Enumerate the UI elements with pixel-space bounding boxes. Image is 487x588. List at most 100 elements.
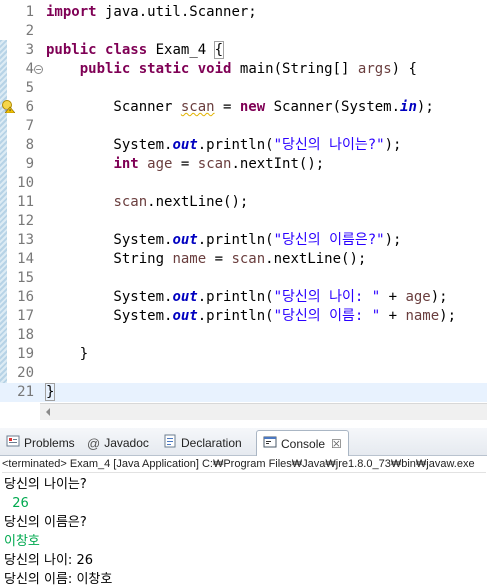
code-line[interactable]: 9 int age = scan.nextInt(); — [0, 155, 487, 174]
code-text[interactable]: System.out.println("당신의 나이: " + age); — [46, 288, 447, 307]
code-token: .nextLine(); — [147, 194, 249, 210]
code-line[interactable]: 18 — [0, 326, 487, 345]
code-token: "당신의 나이는?" — [273, 137, 385, 153]
tab-label: Javadoc — [104, 436, 149, 450]
console-output-line: 당신의 나이는? — [4, 477, 87, 492]
code-token: .println( — [197, 289, 274, 305]
tab-label: Console — [281, 437, 326, 451]
close-tab-icon[interactable]: ☒ — [331, 437, 342, 451]
code-token: class — [105, 42, 148, 58]
console-process-description: <terminated> Exam_4 [Java Application] C… — [2, 456, 486, 473]
code-text[interactable]: Scanner scan = new Scanner(System.in); — [46, 98, 433, 117]
code-token: System. — [46, 137, 173, 153]
code-text[interactable]: } — [46, 345, 88, 364]
javadoc-icon: @ — [87, 435, 101, 451]
code-line[interactable]: 4− public static void main(String[] args… — [0, 60, 487, 79]
code-token: ); — [384, 137, 402, 153]
line-number: 15 — [17, 270, 34, 286]
code-line[interactable]: 14 String name = scan.nextLine(); — [0, 250, 487, 269]
tab-console[interactable]: Console ☒ — [256, 430, 349, 456]
code-text[interactable]: scan.nextLine(); — [46, 193, 248, 212]
console-input-line: 이창호 — [4, 534, 40, 549]
code-token: "당신의 나이: " — [273, 289, 381, 305]
code-token: "당신의 이름은?" — [273, 232, 385, 248]
code-line[interactable]: 17 System.out.println("당신의 이름: " + name)… — [0, 307, 487, 326]
code-token: age — [405, 289, 431, 305]
tab-declaration[interactable]: Declaration — [163, 430, 242, 456]
code-token: main(String[] — [231, 61, 358, 77]
code-token: out — [172, 232, 198, 248]
code-line[interactable]: 6 Scanner scan = new Scanner(System.in); — [0, 98, 487, 117]
problems-icon — [6, 431, 20, 457]
code-text[interactable]: System.out.println("당신의 이름은?"); — [46, 231, 401, 250]
code-line[interactable]: 13 System.out.println("당신의 이름은?"); — [0, 231, 487, 250]
console-output-line: 당신의 이름: 이창호 — [4, 572, 113, 587]
line-number: 19 — [17, 346, 34, 362]
line-number: 13 — [17, 232, 34, 248]
code-line[interactable]: 20 — [0, 364, 487, 383]
code-editor[interactable]: 1 import java.util.Scanner; 2 3 public class… — [0, 0, 487, 404]
code-line[interactable]: 12 — [0, 212, 487, 231]
code-token: scan — [113, 194, 148, 210]
code-line[interactable]: 3 public class Exam_4 { — [0, 41, 487, 60]
code-token: .println( — [197, 232, 274, 248]
code-line[interactable]: 19 } — [0, 345, 487, 364]
tab-javadoc[interactable]: @ Javadoc — [87, 430, 149, 456]
horizontal-scrollbar[interactable] — [40, 403, 487, 420]
code-line[interactable]: 2 — [0, 22, 487, 41]
code-token: Scanner — [46, 99, 181, 115]
code-token: System. — [46, 289, 173, 305]
code-token: ) { — [391, 61, 417, 77]
code-token: .println( — [197, 137, 274, 153]
code-token: .println( — [197, 308, 274, 324]
code-line[interactable]: 8 System.out.println("당신의 나이는?"); — [0, 136, 487, 155]
code-line[interactable]: 1 import java.util.Scanner; — [0, 3, 487, 22]
code-line[interactable]: 5 — [0, 79, 487, 98]
code-token: = — [172, 156, 198, 172]
fold-collapse-icon[interactable]: − — [34, 65, 43, 74]
code-text[interactable]: public class Exam_4 { — [46, 41, 225, 60]
code-line[interactable]: 16 System.out.println("당신의 나이: " + age); — [0, 288, 487, 307]
code-token: int — [113, 156, 139, 172]
code-line[interactable]: 21} — [0, 383, 487, 402]
code-text[interactable]: System.out.println("당신의 나이는?"); — [46, 136, 401, 155]
line-number: 14 — [17, 251, 34, 267]
line-number: 17 — [17, 308, 34, 324]
tab-problems[interactable]: Problems — [6, 430, 75, 456]
line-number: 10 — [17, 175, 34, 191]
line-number: 1 — [25, 4, 34, 20]
scroll-left-arrow-icon[interactable] — [46, 408, 50, 416]
code-text[interactable]: import java.util.Scanner; — [46, 3, 257, 22]
code-text[interactable]: int age = scan.nextInt(); — [46, 155, 324, 174]
code-token: name — [172, 251, 207, 267]
line-number: 16 — [17, 289, 34, 305]
declaration-icon — [163, 431, 177, 457]
code-line[interactable]: 10 — [0, 174, 487, 193]
code-token: System. — [46, 232, 173, 248]
code-token: "당신의 이름: " — [273, 308, 381, 324]
code-line[interactable]: 15 — [0, 269, 487, 288]
code-text[interactable]: } — [44, 383, 56, 402]
console-view[interactable]: <terminated> Exam_4 [Java Application] C… — [0, 456, 487, 588]
console-input-line: 26 — [4, 496, 29, 511]
line-number: 21 — [17, 384, 34, 400]
code-text[interactable]: System.out.println("당신의 이름: " + name); — [46, 307, 456, 326]
code-text[interactable]: String name = scan.nextLine(); — [46, 250, 366, 269]
line-number: 5 — [25, 80, 34, 96]
code-token: .nextLine(); — [265, 251, 367, 267]
code-token: } — [46, 346, 89, 362]
code-line[interactable]: 7 — [0, 117, 487, 136]
code-token: Scanner(System. — [265, 99, 401, 115]
line-number: 4 — [25, 61, 34, 77]
code-token: scan — [180, 99, 215, 115]
code-line[interactable]: 11 scan.nextLine(); — [0, 193, 487, 212]
line-number: 3 — [25, 42, 34, 58]
code-token: public — [79, 61, 131, 77]
tab-label: Declaration — [181, 436, 242, 450]
code-token: in — [400, 99, 417, 115]
tab-label: Problems — [24, 436, 75, 450]
code-token: public — [46, 42, 97, 58]
code-text[interactable]: public static void main(String[] args) { — [46, 60, 417, 79]
code-token: static — [138, 61, 190, 77]
